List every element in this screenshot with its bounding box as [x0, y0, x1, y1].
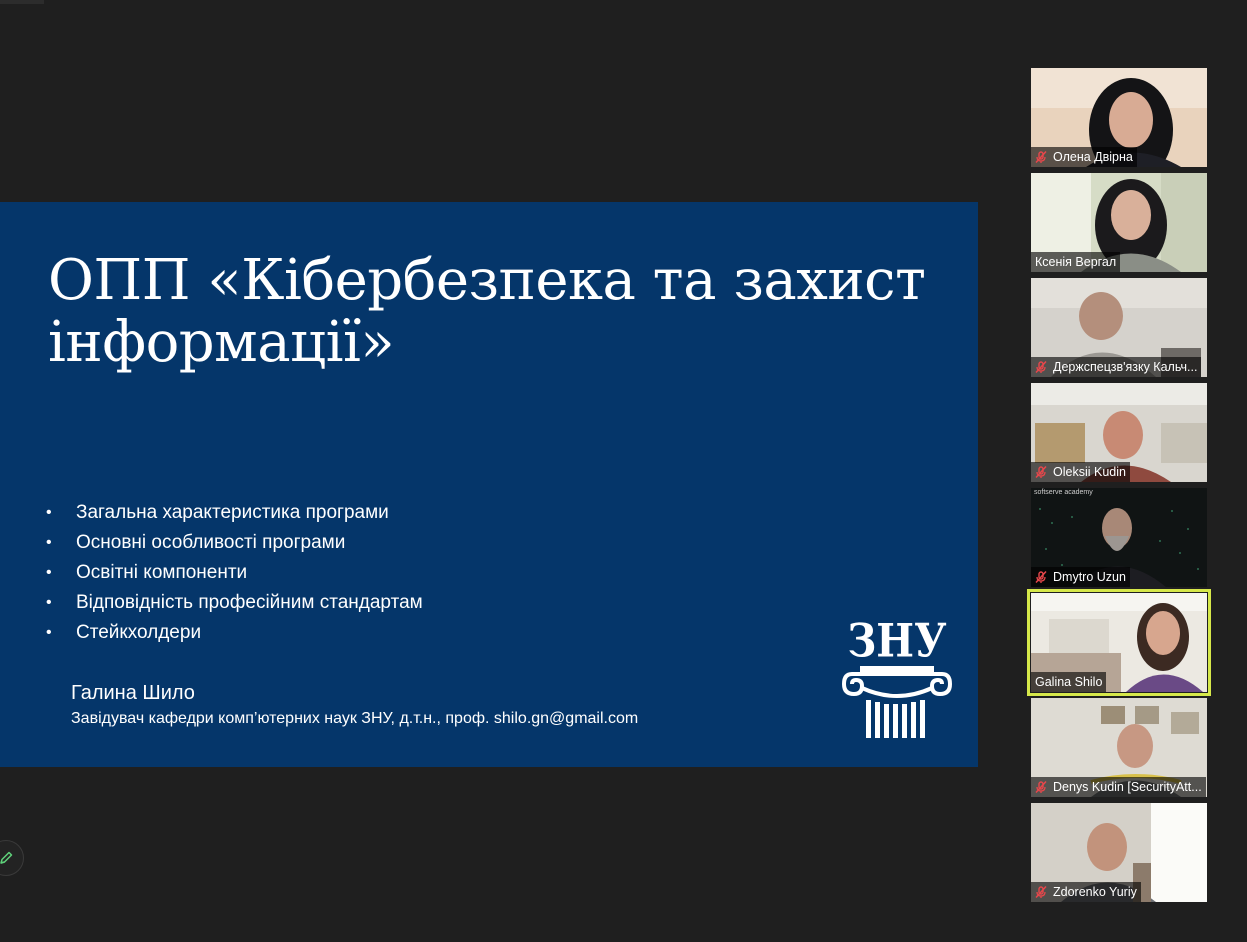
bullet-text: Стейкхолдери — [76, 622, 202, 643]
virtual-background-caption: softserve academy — [1034, 489, 1093, 496]
muted-mic-icon — [1035, 465, 1047, 479]
znu-logo: ЗНУ — [842, 615, 952, 738]
participant-tile[interactable]: Держспецзв'язку Кальч... — [1031, 278, 1207, 377]
participant-nameplate: Zdorenko Yuriy — [1031, 882, 1141, 902]
participant-tile[interactable]: Zdorenko Yuriy — [1031, 803, 1207, 902]
participant-tile[interactable]: Oleksii Kudin — [1031, 383, 1207, 482]
top-bar-handle[interactable] — [0, 0, 44, 4]
meeting-window: ОПП «Кібербезпека та захист інформації» … — [0, 0, 1247, 942]
bullet-text: Відповідність професійним стандартам — [76, 592, 423, 613]
presenter-details: Завідувач кафедри комп’ютерних наук ЗНУ,… — [71, 710, 639, 727]
muted-mic-icon — [1035, 150, 1047, 164]
participant-nameplate: Ксенія Вергал — [1031, 252, 1121, 272]
participant-nameplate: Oleksii Kudin — [1031, 462, 1130, 482]
bullet-text: Основні особливості програми — [76, 532, 346, 553]
slide-bullet: • Загальна характеристика програми — [46, 498, 423, 528]
shared-screen-slide: ОПП «Кібербезпека та захист інформації» … — [0, 202, 978, 767]
bullet-dot: • — [46, 564, 52, 581]
muted-mic-icon — [1035, 360, 1047, 374]
slide-bullet: • Освітні компоненти — [46, 558, 423, 588]
participant-nameplate: Олена Двірна — [1031, 147, 1137, 167]
participant-name: Dmytro Uzun — [1053, 570, 1126, 584]
bullet-text: Загальна характеристика програми — [76, 502, 389, 523]
slide-bullet: • Стейкхолдери — [46, 618, 423, 648]
participant-tile[interactable]: Ксенія Вергал — [1031, 173, 1207, 272]
pencil-icon — [0, 851, 13, 864]
slide-title: ОПП «Кібербезпека та захист інформації» — [48, 248, 926, 375]
bullet-text: Освітні компоненти — [76, 562, 248, 583]
participant-nameplate: Dmytro Uzun — [1031, 567, 1130, 587]
bullet-dot: • — [46, 624, 52, 641]
slide-bullet: • Відповідність професійним стандартам — [46, 588, 423, 618]
participant-tile[interactable]: softserve academy Dmytro Uzun — [1031, 488, 1207, 587]
slide-bullet: • Основні особливості програми — [46, 528, 423, 558]
participant-nameplate: Держспецзв'язку Кальч... — [1031, 357, 1202, 377]
participant-name: Denys Kudin [SecurityAtt... — [1053, 780, 1202, 794]
participant-name: Zdorenko Yuriy — [1053, 885, 1137, 899]
muted-mic-icon — [1035, 885, 1047, 899]
participant-tile-active-speaker[interactable]: Galina Shilo — [1027, 589, 1211, 696]
participant-nameplate: Galina Shilo — [1031, 672, 1107, 692]
participant-nameplate: Denys Kudin [SecurityAtt... — [1031, 777, 1206, 797]
logo-lettering: ЗНУ — [847, 615, 946, 668]
muted-mic-icon — [1035, 570, 1047, 584]
participant-tile[interactable]: Denys Kudin [SecurityAtt... — [1031, 698, 1207, 797]
participant-name: Ксенія Вергал — [1035, 255, 1117, 269]
muted-mic-icon — [1035, 780, 1047, 794]
participant-name: Galina Shilo — [1035, 675, 1103, 689]
participant-tile[interactable]: Олена Двірна — [1031, 68, 1207, 167]
presenter-name: Галина Шило — [71, 682, 195, 704]
slide-bullet-list: • Загальна характеристика програми • Основ… — [46, 498, 423, 648]
bullet-dot: • — [46, 594, 52, 611]
participant-name: Держспецзв'язку Кальч... — [1053, 360, 1198, 374]
bullet-dot: • — [46, 504, 52, 521]
annotate-button[interactable] — [0, 840, 24, 876]
participant-name: Oleksii Kudin — [1053, 465, 1126, 479]
bullet-dot: • — [46, 534, 52, 551]
participant-name: Олена Двірна — [1053, 150, 1133, 164]
